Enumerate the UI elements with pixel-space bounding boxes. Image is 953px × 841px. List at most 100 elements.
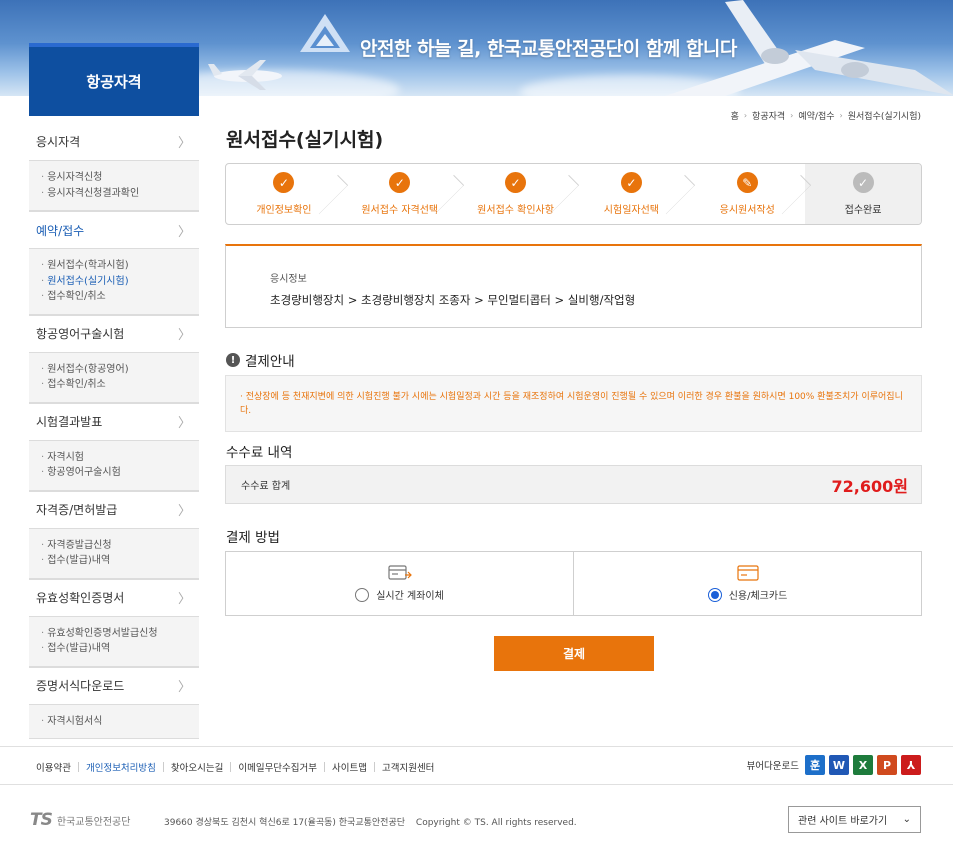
address-text: 39660 경상북도 김천시 혁신6로 17(율곡동) 한국교통안전공단 xyxy=(164,818,406,828)
check-icon: ✓ xyxy=(620,172,642,193)
divider xyxy=(373,762,375,772)
footer-links: 이용약관 개인정보처리방침 찾아오시는길 이메일무단수집거부 사이트맵 고객지원… xyxy=(36,760,434,774)
breadcrumb-item[interactable]: 예약/접수 xyxy=(798,109,834,122)
pay-button[interactable]: 결제 xyxy=(494,636,654,671)
step-personal-info: ✓ 개인정보확인 xyxy=(226,164,342,224)
footer-link-sitemap[interactable]: 사이트맵 xyxy=(332,760,367,774)
sidebar-nav: 응시자격 〉 응시자격신청 응시자격신청결과확인 예약/접수 〉 원서접수(학과… xyxy=(29,123,199,739)
payment-option-card[interactable]: 신용/체크카드 xyxy=(574,552,921,615)
footer-link-support[interactable]: 고객지원센터 xyxy=(382,760,434,774)
chevron-right-icon: › xyxy=(743,111,748,120)
step-label: 개인정보확인 xyxy=(256,205,312,216)
bank-transfer-radio[interactable] xyxy=(355,587,370,602)
sidebar-subitem[interactable]: 응시자격신청 xyxy=(41,170,199,186)
sidebar-submenu: 응시자격신청 응시자격신청결과확인 xyxy=(29,160,199,210)
excel-viewer-icon[interactable]: X xyxy=(853,755,873,775)
breadcrumb: 홈 › 항공자격 › 예약/접수 › 원서접수(실기시험) xyxy=(731,109,921,122)
pencil-icon: ✎ xyxy=(736,172,758,193)
payment-option-label: 신용/체크카드 xyxy=(728,591,788,602)
copyright-text: Copyright © TS. All rights reserved. xyxy=(415,818,577,828)
sidebar-submenu: 원서접수(항공영어) 접수확인/취소 xyxy=(29,351,199,402)
sidebar-subitem[interactable]: 자격시험서식 xyxy=(41,714,199,730)
sidebar-group-english: 항공영어구술시험 〉 원서접수(항공영어) 접수확인/취소 xyxy=(29,314,199,403)
divider xyxy=(77,762,79,772)
sidebar-subitem[interactable]: 항공영어구술시험 xyxy=(41,465,199,481)
fee-total-label: 수수료 합계 xyxy=(241,481,291,492)
footer-address: 39660 경상북도 김천시 혁신6로 17(율곡동) 한국교통안전공단 Cop… xyxy=(164,815,577,828)
sidebar-group-validity: 유효성확인증명서 〉 유효성확인증명서발급신청 접수(발급)내역 xyxy=(29,578,199,667)
check-icon: ✓ xyxy=(389,172,411,193)
sidebar-subitem[interactable]: 응시자격신청결과확인 xyxy=(41,186,199,202)
ts-logo-mark: TS xyxy=(30,810,53,830)
sidebar-item-results[interactable]: 시험결과발표 〉 xyxy=(29,402,199,440)
pdf-viewer-icon[interactable]: ⅄ xyxy=(901,755,921,775)
credit-card-icon xyxy=(736,565,759,581)
progress-steps: ✓ 개인정보확인 ✓ 원서접수 자격선택 ✓ 원서접수 확인사항 ✓ 시험일자선… xyxy=(225,163,922,225)
sidebar-subitem[interactable]: 자격시험 xyxy=(41,450,199,466)
sidebar-subitem[interactable]: 자격증발급신청 xyxy=(41,538,199,554)
breadcrumb-home[interactable]: 홈 xyxy=(731,109,739,122)
exam-info-label: 응시정보 xyxy=(270,274,307,285)
sidebar-subitem[interactable]: 접수확인/취소 xyxy=(41,289,199,305)
chevron-right-icon: › xyxy=(790,111,794,120)
footer-link-directions[interactable]: 찾아오시는길 xyxy=(171,760,223,774)
sidebar-item-eligibility[interactable]: 응시자격 〉 xyxy=(29,123,199,160)
sidebar-item-validity[interactable]: 유효성확인증명서 〉 xyxy=(29,578,199,616)
step-complete: ✓ 접수완료 xyxy=(805,164,921,224)
fee-total-amount: 72,600원 xyxy=(831,476,908,496)
chevron-right-icon: 〉 xyxy=(177,328,191,343)
step-date: ✓ 시험일자선택 xyxy=(573,164,689,224)
sidebar-item-english[interactable]: 항공영어구술시험 〉 xyxy=(29,314,199,352)
payment-notice-text: · 전상장에 등 천재지변에 의한 시험진행 불가 시에는 시험일정과 시간 등… xyxy=(225,375,922,432)
payment-option-label: 실시간 계좌이체 xyxy=(376,591,444,602)
sidebar-subitem[interactable]: 원서접수(학과시험) xyxy=(41,258,199,274)
step-label: 원서접수 확인사항 xyxy=(477,205,554,216)
fee-heading: 수수료 내역 xyxy=(226,445,293,461)
card-radio[interactable] xyxy=(707,587,722,602)
exclamation-icon: ! xyxy=(226,353,240,367)
sidebar-item-license[interactable]: 자격증/면허발급 〉 xyxy=(29,490,199,528)
chevron-right-icon: 〉 xyxy=(177,504,191,519)
step-qualification: ✓ 원서접수 자격선택 xyxy=(342,164,458,224)
sidebar-subitem[interactable]: 원서접수(항공영어) xyxy=(41,362,199,378)
sidebar-submenu: 유효성확인증명서발급신청 접수(발급)내역 xyxy=(29,615,199,666)
sidebar-group-license: 자격증/면허발급 〉 자격증발급신청 접수(발급)내역 xyxy=(29,490,199,579)
airplane-small-icon xyxy=(208,60,282,90)
bank-transfer-icon xyxy=(387,565,412,580)
footer-link-privacy[interactable]: 개인정보처리방침 xyxy=(86,760,156,774)
chevron-right-icon: 〉 xyxy=(177,592,191,607)
exam-info-value: 초경량비행장치 > 초경량비행장치 조종자 > 무인멀티콥터 > 실비행/작업형 xyxy=(270,293,636,307)
sidebar-subitem[interactable]: 접수(발급)내역 xyxy=(41,641,199,657)
step-label: 원서접수 자격선택 xyxy=(361,205,439,216)
page-title: 원서접수(실기시험) xyxy=(226,129,384,151)
sidebar-subitem[interactable]: 유효성확인증명서발급신청 xyxy=(41,626,199,642)
word-viewer-icon[interactable]: W xyxy=(829,755,849,775)
related-sites-label: 관련 사이트 바로가기 xyxy=(798,816,888,827)
chevron-right-icon: 〉 xyxy=(177,136,191,151)
breadcrumb-item[interactable]: 항공자격 xyxy=(752,109,785,122)
sidebar-subitem-active[interactable]: 원서접수(실기시험) xyxy=(41,274,199,290)
viewer-download-label: 뷰어다운로드 xyxy=(746,761,799,772)
divider xyxy=(230,762,232,772)
hwp-viewer-icon[interactable]: 훈 xyxy=(805,755,825,775)
logo-triangle-icon xyxy=(300,14,350,52)
sidebar-item-reservation[interactable]: 예약/접수 〉 xyxy=(29,211,199,248)
sidebar-subitem[interactable]: 접수(발급)내역 xyxy=(41,553,199,569)
sidebar-item-forms[interactable]: 증명서식다운로드 〉 xyxy=(29,666,199,704)
chevron-right-icon: 〉 xyxy=(177,680,191,695)
divider xyxy=(324,762,326,772)
step-label: 접수완료 xyxy=(844,205,882,216)
sidebar-item-label: 증명서식다운로드 xyxy=(36,679,125,693)
related-sites-select[interactable]: 관련 사이트 바로가기 ⌄ xyxy=(788,806,921,833)
sidebar-item-label: 응시자격 xyxy=(36,135,81,149)
footer-logo: TS 한국교통안전공단 xyxy=(30,810,130,830)
breadcrumb-current: 원서접수(실기시험) xyxy=(847,112,921,122)
payment-option-bank-transfer[interactable]: 실시간 계좌이체 xyxy=(226,552,574,615)
payment-method-heading: 결제 방법 xyxy=(226,530,280,546)
footer-link-terms[interactable]: 이용약관 xyxy=(36,760,71,774)
check-icon: ✓ xyxy=(273,172,295,193)
footer-link-email-policy[interactable]: 이메일무단수집거부 xyxy=(238,760,317,774)
powerpoint-viewer-icon[interactable]: P xyxy=(877,755,897,775)
sidebar-subitem[interactable]: 접수확인/취소 xyxy=(41,377,199,393)
sidebar-item-label: 예약/접수 xyxy=(36,223,85,238)
